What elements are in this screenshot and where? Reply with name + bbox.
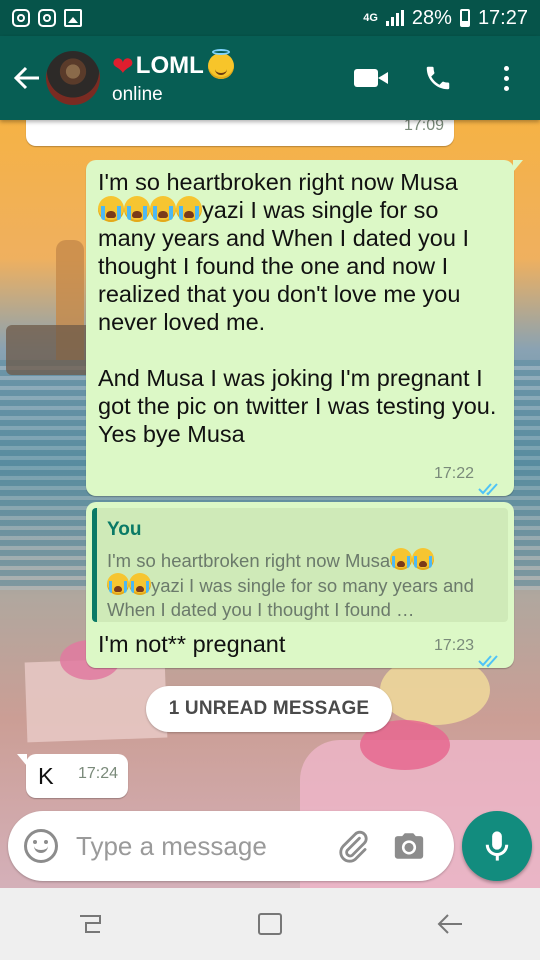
home-button[interactable]: [240, 899, 300, 949]
crying-face-icon: [176, 196, 202, 222]
message-bubble-reply[interactable]: You I'm so heartbroken right now Musa yaz…: [86, 502, 514, 668]
voice-message-button[interactable]: [462, 811, 532, 881]
clock: 17:27: [477, 6, 528, 29]
recents-button[interactable]: [60, 899, 120, 949]
message-text: I'm so heartbroken right now Musa yazi I …: [98, 168, 502, 448]
message-text: K: [38, 763, 54, 789]
message-time: 17:24: [77, 765, 118, 782]
crying-face-icon: [98, 196, 124, 222]
attach-icon[interactable]: [336, 829, 370, 863]
unread-messages-badge: 1 UNREAD MESSAGE: [146, 686, 392, 732]
heart-icon: ❤: [112, 50, 134, 81]
more-options-button[interactable]: [472, 48, 540, 108]
message-bubble-outgoing[interactable]: I'm so heartbroken right now Musa yazi I …: [86, 160, 523, 496]
voice-call-button[interactable]: [404, 48, 472, 108]
home-icon: [258, 913, 282, 935]
read-ticks-icon: [478, 646, 502, 668]
status-indicators: 4G 28% 17:27: [363, 7, 528, 30]
crying-face-icon: [107, 573, 129, 595]
avatar[interactable]: [46, 51, 100, 105]
instagram-icon: [12, 9, 30, 27]
crying-face-icon: [129, 573, 151, 595]
quoted-text: I'm so heartbroken right now Musa yazi I …: [107, 548, 498, 622]
contact-status: online: [112, 83, 163, 105]
phone-icon: [426, 66, 450, 90]
emoji-icon[interactable]: [24, 829, 58, 863]
recents-icon: [80, 915, 101, 933]
gallery-icon: [64, 9, 82, 27]
crying-face-icon: [412, 548, 435, 570]
quoted-text-line: I'm so heartbroken right now Musa: [107, 550, 391, 571]
message-text-line: I'm so heartbroken right now Musa: [98, 169, 458, 195]
battery-percent: 28%: [411, 6, 452, 29]
quoted-message[interactable]: You I'm so heartbroken right now Musa yaz…: [92, 508, 508, 622]
quoted-author: You: [107, 519, 142, 540]
system-nav-bar: [0, 888, 540, 960]
back-arrow-icon[interactable]: [10, 58, 44, 98]
message-time: 17:22: [433, 465, 474, 482]
contact-name: ❤ LOML: [112, 49, 234, 82]
instagram-icon: [38, 9, 56, 27]
message-time: 17:23: [433, 637, 474, 654]
status-notifications: [12, 9, 82, 27]
crying-face-icon: [390, 548, 413, 570]
more-options-icon: [503, 65, 509, 91]
signal-icon: [385, 10, 404, 26]
message-text-body: yazi I was single for so many years and …: [98, 197, 497, 447]
header-actions: [336, 48, 540, 108]
status-bar: 4G 28% 17:27: [0, 0, 540, 36]
crying-face-icon: [124, 196, 150, 222]
back-icon: [437, 914, 462, 934]
smiling-halo-icon: [207, 49, 234, 79]
video-call-icon: [354, 69, 388, 87]
contact-info[interactable]: ❤ LOML online: [112, 49, 234, 106]
contact-name-text: LOML: [135, 52, 204, 79]
chat-header: ❤ LOML online: [0, 36, 540, 120]
message-input[interactable]: [74, 829, 330, 863]
camera-icon[interactable]: [392, 829, 426, 863]
battery-icon: [459, 9, 470, 27]
quoted-text-body: yazi I was single for so many years and …: [107, 575, 474, 620]
read-ticks-icon: [478, 474, 502, 496]
message-composer: [8, 811, 454, 881]
mic-icon: [485, 831, 509, 861]
network-type: 4G: [363, 12, 378, 24]
back-button[interactable]: [420, 899, 480, 949]
video-call-button[interactable]: [336, 48, 404, 108]
crying-face-icon: [150, 196, 176, 222]
message-bubble-incoming[interactable]: K 17:24: [17, 754, 128, 798]
